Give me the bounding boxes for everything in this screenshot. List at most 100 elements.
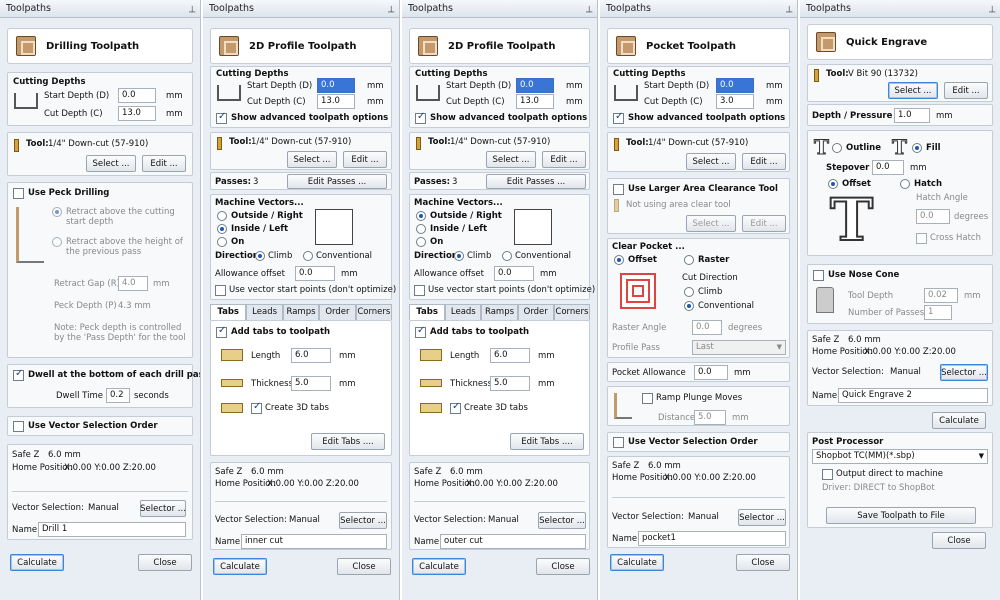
advanced-options-checkbox[interactable]	[415, 111, 426, 124]
advanced-options-checkbox[interactable]	[613, 111, 624, 124]
outside-right-radio[interactable]	[416, 211, 426, 221]
pin-icon[interactable]: ⊣	[583, 5, 593, 13]
tool-depth-input[interactable]: 0.02	[924, 288, 958, 303]
edit-tabs-button[interactable]: Edit Tabs ....	[510, 433, 584, 450]
vector-order-checkbox[interactable]	[13, 421, 24, 432]
climb-radio[interactable]	[684, 287, 694, 297]
tab-thickness-input[interactable]: 5.0	[291, 376, 331, 391]
selector-button[interactable]: Selector ...	[940, 364, 988, 381]
pin-icon[interactable]: ⊣	[783, 5, 793, 13]
create-3d-checkbox[interactable]	[251, 401, 262, 414]
vector-start-checkbox[interactable]	[414, 285, 425, 296]
tab-leads[interactable]: Leads	[246, 304, 283, 320]
selector-button[interactable]: Selector ...	[339, 512, 387, 529]
calculate-button[interactable]: Calculate	[213, 558, 267, 575]
toolpath-name-input[interactable]: outer cut	[440, 534, 586, 549]
close-button[interactable]: Close	[932, 532, 986, 549]
vector-order-checkbox[interactable]	[613, 437, 624, 448]
tab-order[interactable]: Order	[517, 304, 554, 320]
conventional-radio[interactable]	[303, 251, 313, 261]
inside-left-radio[interactable]	[217, 224, 227, 234]
on-radio[interactable]	[416, 237, 426, 247]
close-button[interactable]: Close	[536, 558, 590, 575]
offset-radio[interactable]	[614, 255, 624, 265]
start-depth-input[interactable]: 0.0	[716, 78, 754, 93]
edit-tabs-button[interactable]: Edit Tabs ....	[311, 433, 385, 450]
inside-left-radio[interactable]	[416, 224, 426, 234]
edit-area-tool-button[interactable]: Edit ...	[742, 215, 786, 232]
vector-start-checkbox[interactable]	[215, 285, 226, 296]
cross-hatch-checkbox[interactable]	[916, 233, 927, 244]
allowance-input[interactable]: 0.0	[295, 266, 335, 281]
raster-radio[interactable]	[684, 255, 694, 265]
cut-depth-input[interactable]: 13.0	[516, 94, 554, 109]
close-button[interactable]: Close	[138, 554, 192, 571]
tab-thickness-input[interactable]: 5.0	[490, 376, 530, 391]
start-depth-input[interactable]: 0.0	[516, 78, 554, 93]
allowance-input[interactable]: 0.0	[494, 266, 534, 281]
peck-checkbox[interactable]	[13, 188, 24, 199]
calculate-button[interactable]: Calculate	[932, 412, 986, 429]
output-direct-checkbox[interactable]	[822, 469, 833, 480]
toolpath-name-input[interactable]: Quick Engrave 2	[838, 388, 988, 403]
pin-icon[interactable]: ⊣	[186, 5, 196, 13]
edit-tool-button[interactable]: Edit ...	[343, 151, 387, 168]
advanced-options-checkbox[interactable]	[216, 111, 227, 124]
select-tool-button[interactable]: Select ...	[686, 153, 736, 170]
selector-button[interactable]: Selector ...	[738, 509, 786, 526]
dwell-checkbox[interactable]	[13, 368, 24, 381]
tab-leads[interactable]: Leads	[445, 304, 482, 320]
calculate-button[interactable]: Calculate	[610, 554, 664, 571]
selector-button[interactable]: Selector ...	[538, 512, 586, 529]
save-toolpath-button[interactable]: Save Toolpath to File	[826, 507, 976, 524]
ramp-plunge-checkbox[interactable]	[642, 393, 653, 404]
nose-cone-checkbox[interactable]	[813, 270, 824, 281]
tab-tabs[interactable]: Tabs	[210, 304, 247, 320]
selector-button[interactable]: Selector ...	[140, 500, 186, 517]
select-tool-button[interactable]: Select ...	[888, 82, 938, 99]
stepover-input[interactable]: 0.0	[872, 160, 904, 175]
retract-start-radio[interactable]	[52, 207, 62, 217]
edit-passes-button[interactable]: Edit Passes ...	[486, 174, 586, 189]
toolpath-name-input[interactable]: pocket1	[638, 531, 786, 546]
fill-radio[interactable]	[912, 143, 922, 153]
start-depth-input[interactable]: 0.0	[118, 88, 156, 103]
toolpath-name-input[interactable]: inner cut	[241, 534, 387, 549]
climb-radio[interactable]	[454, 251, 464, 261]
tab-tabs[interactable]: Tabs	[409, 304, 446, 320]
tab-corners[interactable]: Corners	[355, 304, 393, 320]
pocket-allowance-input[interactable]: 0.0	[694, 365, 728, 380]
depth-pressure-input[interactable]: 1.0	[894, 108, 930, 123]
close-button[interactable]: Close	[337, 558, 391, 575]
toolpath-name-input[interactable]: Drill 1	[38, 522, 186, 537]
dwell-time-input[interactable]: 0.2	[106, 388, 130, 403]
select-tool-button[interactable]: Select ...	[486, 151, 536, 168]
tab-ramps[interactable]: Ramps	[282, 304, 320, 320]
tab-order[interactable]: Order	[319, 304, 356, 320]
edit-passes-button[interactable]: Edit Passes ...	[287, 174, 387, 189]
pin-icon[interactable]: ⊣	[385, 5, 395, 13]
tab-length-input[interactable]: 6.0	[291, 348, 331, 363]
edit-tool-button[interactable]: Edit ...	[742, 153, 786, 170]
hatch-angle-input[interactable]: 0.0	[916, 209, 950, 224]
tab-corners[interactable]: Corners	[553, 304, 591, 320]
post-processor-select[interactable]: Shopbot TC(MM)(*.sbp)	[812, 449, 988, 464]
conventional-radio[interactable]	[502, 251, 512, 261]
edit-tool-button[interactable]: Edit ...	[944, 82, 988, 99]
add-tabs-checkbox[interactable]	[216, 325, 227, 338]
create-3d-checkbox[interactable]	[450, 401, 461, 414]
calculate-button[interactable]: Calculate	[412, 558, 466, 575]
profile-pass-select[interactable]: Last	[692, 340, 786, 355]
num-passes-spinner[interactable]: 1	[924, 305, 952, 320]
cut-depth-input[interactable]: 3.0	[716, 94, 754, 109]
close-button[interactable]: Close	[736, 554, 790, 571]
retract-prev-radio[interactable]	[52, 237, 62, 247]
edit-tool-button[interactable]: Edit ...	[542, 151, 586, 168]
tab-length-input[interactable]: 6.0	[490, 348, 530, 363]
edit-tool-button[interactable]: Edit ...	[142, 155, 186, 172]
larger-area-checkbox[interactable]	[613, 184, 624, 195]
select-area-tool-button[interactable]: Select ...	[686, 215, 736, 232]
raster-angle-input[interactable]: 0.0	[692, 320, 722, 335]
outside-right-radio[interactable]	[217, 211, 227, 221]
outline-radio[interactable]	[832, 143, 842, 153]
